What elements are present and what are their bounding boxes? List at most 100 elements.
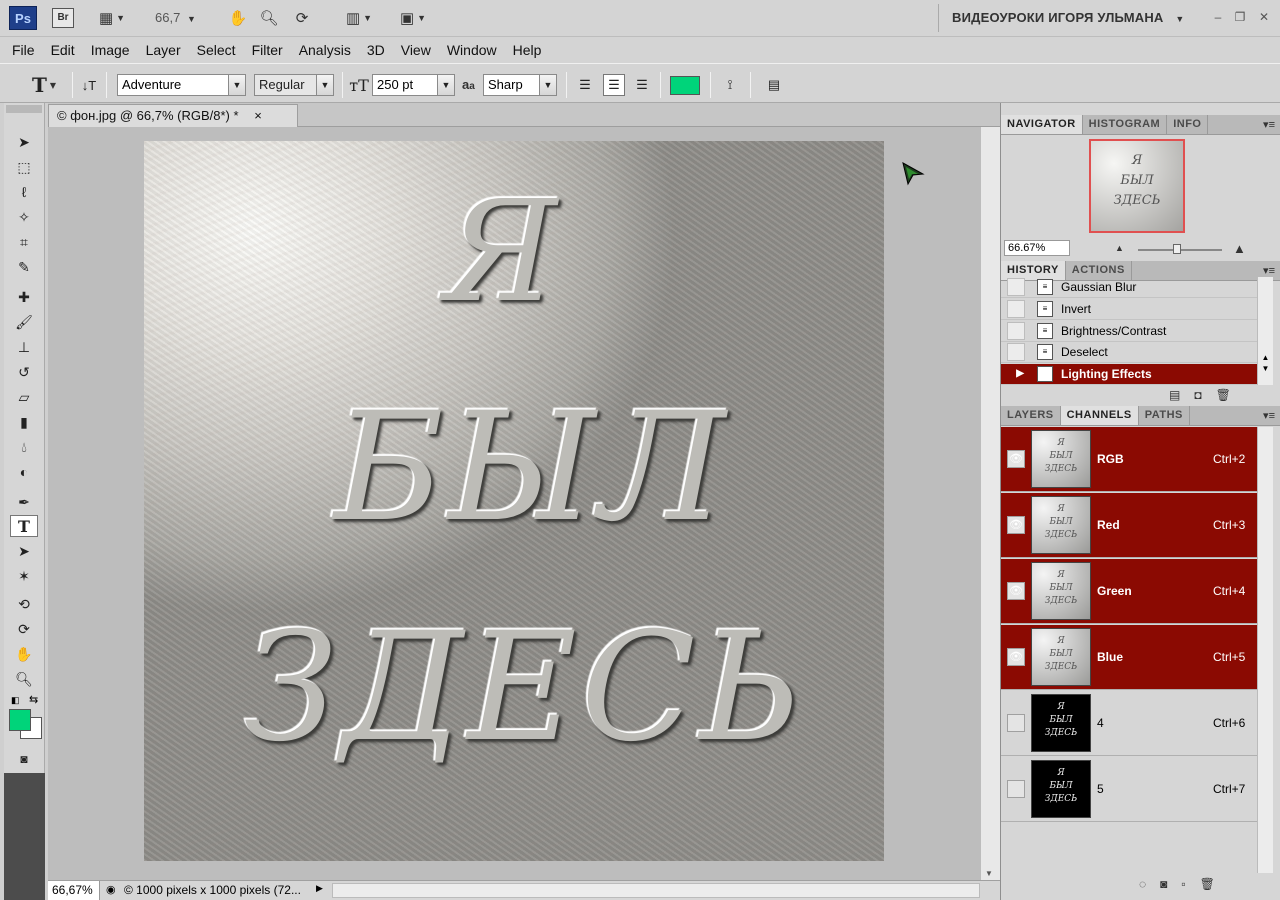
panel-menu-icon[interactable]: ▾≡ [1263, 264, 1275, 277]
tab-paths[interactable]: PATHS [1139, 406, 1190, 425]
magic-wand-tool[interactable]: ✧ [10, 206, 38, 228]
channels-scrollbar[interactable] [1257, 427, 1273, 873]
close-document-icon[interactable]: × [254, 108, 262, 123]
marquee-tool[interactable]: ⬚ [10, 156, 38, 178]
screen-mode-button[interactable]: ▣ ▼ [394, 6, 432, 30]
tab-histogram[interactable]: HISTOGRAM [1083, 115, 1168, 134]
vertical-scrollbar[interactable]: ▼ [980, 127, 1000, 880]
eye-icon[interactable]: 👁︎ [1007, 582, 1025, 600]
status-menu-arrow-icon[interactable]: ▶ [316, 883, 323, 894]
snapshot-source-checkbox[interactable] [1007, 343, 1025, 361]
zoom-level-dropdown[interactable]: 66,7 ▼ [155, 10, 196, 25]
text-color-swatch[interactable] [670, 76, 700, 95]
visibility-toggle[interactable] [1007, 714, 1025, 732]
new-snapshot-icon[interactable]: ◘ [1194, 388, 1201, 402]
document-image[interactable]: Я БЫЛ ЗДЕСЬ [144, 141, 884, 861]
warp-text-button[interactable]: ⟟ [719, 74, 741, 96]
default-colors-icon[interactable]: ◧ [11, 695, 20, 706]
path-selection-tool[interactable]: ➤ [10, 540, 38, 562]
hand-tool-button[interactable]: ✋ [228, 6, 248, 30]
zoom-tool[interactable]: 🔍︎ [10, 668, 38, 690]
foreground-color-swatch[interactable] [9, 709, 31, 731]
crop-tool[interactable]: ⌗ [10, 231, 38, 253]
tab-navigator[interactable]: NAVIGATOR [1001, 115, 1083, 134]
zoom-in-icon[interactable]: ▲ [1233, 241, 1246, 256]
blur-tool[interactable]: 💧︎ [10, 436, 38, 458]
history-item[interactable]: ≡ Brightness/Contrast [1001, 321, 1257, 342]
history-scrollbar[interactable]: ▲ ▼ [1257, 277, 1273, 385]
zoom-out-icon[interactable]: ▲ [1115, 243, 1124, 253]
gradient-tool[interactable]: ▮ [10, 411, 38, 433]
panel-menu-icon[interactable]: ▾≡ [1263, 118, 1275, 131]
eye-icon[interactable]: 👁︎ [1007, 516, 1025, 534]
canvas-area[interactable]: Я БЫЛ ЗДЕСЬ [48, 127, 980, 880]
slider-handle[interactable] [1173, 244, 1181, 254]
move-tool[interactable]: ➤ [10, 131, 38, 153]
menu-edit[interactable]: Edit [43, 42, 83, 58]
align-center-button[interactable]: ☰ [603, 74, 625, 96]
tool-preset-picker[interactable]: T ▼ [22, 73, 66, 97]
rotate-view-button[interactable]: ⟳ [291, 6, 313, 30]
restore-button[interactable]: ❐ [1232, 9, 1248, 25]
font-family-select[interactable]: Adventure ▼ [117, 74, 246, 96]
dodge-tool[interactable]: ◐ [10, 461, 38, 483]
menu-3d[interactable]: 3D [359, 42, 393, 58]
navigator-zoom-field[interactable]: 66.67% [1004, 240, 1070, 256]
hand-tool[interactable]: ✋ [10, 643, 38, 665]
new-channel-icon[interactable]: ▫ [1181, 877, 1185, 891]
workspace-switcher[interactable]: ВИДЕОУРОКИ ИГОРЯ УЛЬМАНА ▼ [952, 10, 1184, 25]
history-item[interactable]: ≡ Invert [1001, 299, 1257, 320]
horizontal-scrollbar[interactable] [332, 883, 980, 898]
custom-shape-tool[interactable]: ✶ [10, 565, 38, 587]
history-item[interactable]: ≡ Gaussian Blur [1001, 277, 1257, 298]
history-brush-tool[interactable]: ↺ [10, 361, 38, 383]
history-item[interactable]: ≡ Deselect [1001, 342, 1257, 363]
clone-stamp-tool[interactable]: ⊥ [10, 336, 38, 358]
history-item-selected[interactable]: ▶ ≡ Lighting Effects [1001, 364, 1257, 385]
pen-tool[interactable]: ✒ [10, 491, 38, 513]
type-tool[interactable]: T [10, 515, 38, 537]
tab-layers[interactable]: LAYERS [1001, 406, 1061, 425]
panel-menu-icon[interactable]: ▾≡ [1263, 409, 1275, 422]
scroll-down-icon[interactable]: ▼ [985, 869, 993, 878]
menu-layer[interactable]: Layer [138, 42, 189, 58]
zoom-tool-button[interactable]: 🔍︎ [259, 6, 279, 30]
menu-image[interactable]: Image [83, 42, 138, 58]
eye-icon[interactable]: 👁︎ [1007, 450, 1025, 468]
snapshot-source-checkbox[interactable] [1007, 278, 1025, 296]
align-left-button[interactable]: ☰ [574, 74, 596, 96]
character-panel-button[interactable]: ▤ [763, 74, 785, 96]
brush-tool[interactable]: 🖌︎ [10, 311, 38, 333]
snapshot-source-checkbox[interactable] [1007, 322, 1025, 340]
navigator-thumbnail[interactable]: Я БЫЛ ЗДЕСЬ [1089, 139, 1185, 233]
close-window-button[interactable]: ✕ [1256, 9, 1272, 25]
eraser-tool[interactable]: ▱ [10, 386, 38, 408]
healing-brush-tool[interactable]: ✚ [10, 286, 38, 308]
eyedropper-tool[interactable]: ✎ [10, 256, 38, 278]
save-selection-icon[interactable]: ◙ [1160, 877, 1167, 891]
lasso-tool[interactable]: ℓ [10, 181, 38, 203]
toggle-text-orientation-button[interactable]: ↓T [78, 74, 100, 96]
scroll-up-icon[interactable]: ▲ [1258, 353, 1273, 362]
load-selection-icon[interactable]: ◌ [1139, 877, 1146, 891]
new-document-from-state-icon[interactable]: ▤ [1169, 388, 1180, 402]
channel-row-alpha-4[interactable]: Я БЫЛ ЗДЕСЬ 4 Ctrl+6 [1001, 691, 1257, 756]
scroll-down-icon[interactable]: ▼ [1258, 364, 1273, 373]
snapshot-source-checkbox[interactable] [1007, 300, 1025, 318]
3d-orbit-tool[interactable]: ⟳ [10, 618, 38, 640]
font-style-select[interactable]: Regular ▼ [254, 74, 334, 96]
arrange-documents-button[interactable]: ▥ ▼ [340, 6, 378, 30]
align-right-button[interactable]: ☰ [631, 74, 653, 96]
status-zoom-field[interactable]: 66,67% [48, 881, 100, 900]
channel-row-red[interactable]: 👁︎ Я БЫЛ ЗДЕСЬ Red Ctrl+3 [1001, 493, 1257, 558]
menu-file[interactable]: File [4, 42, 43, 58]
antialias-select[interactable]: Sharp ▼ [483, 74, 557, 96]
view-extras-button[interactable]: ▦ ▼ [92, 6, 132, 30]
swap-colors-icon[interactable]: ⇆ [29, 693, 38, 706]
toolbox-grip[interactable] [6, 105, 42, 113]
font-size-select[interactable]: 250 pt ▼ [372, 74, 455, 96]
channel-row-blue[interactable]: 👁︎ Я БЫЛ ЗДЕСЬ Blue Ctrl+5 [1001, 625, 1257, 690]
channel-row-green[interactable]: 👁︎ Я БЫЛ ЗДЕСЬ Green Ctrl+4 [1001, 559, 1257, 624]
channel-row-alpha-5[interactable]: Я БЫЛ ЗДЕСЬ 5 Ctrl+7 [1001, 757, 1257, 822]
channel-row-rgb[interactable]: 👁︎ Я БЫЛ ЗДЕСЬ RGB Ctrl+2 [1001, 427, 1257, 492]
